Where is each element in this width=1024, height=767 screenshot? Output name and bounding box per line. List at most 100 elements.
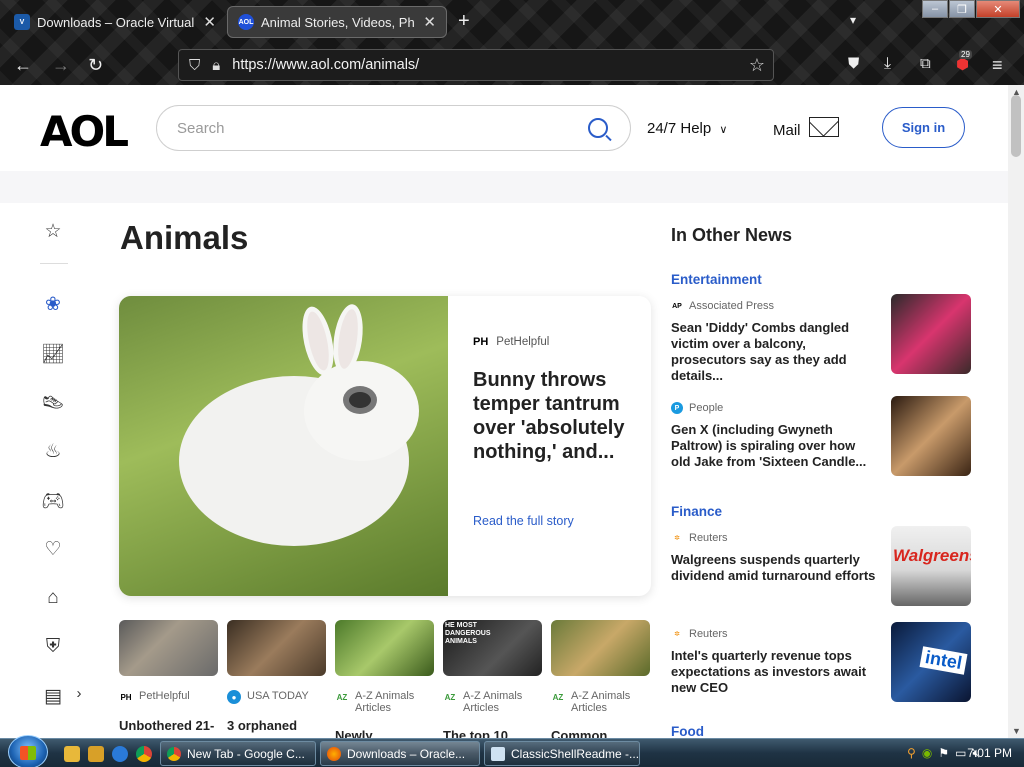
thumb-title[interactable]: Newly [335,728,434,738]
bunny-head-shape [304,361,419,461]
thumb-card[interactable]: AZ A-Z Animals Articles Common [551,620,650,738]
sign-in-button[interactable]: Sign in [882,107,965,148]
mail-link[interactable]: Mail [773,117,839,140]
thumb-title[interactable]: Common [551,728,650,738]
star-icon[interactable]: ☆ [40,220,66,246]
thumb-card[interactable]: ● USA TODAY 3 orphaned [227,620,326,733]
forward-icon[interactable]: → [52,55,70,76]
news-item[interactable]: ✲ Reuters Intel's quarterly revenue tops … [671,622,971,708]
sixteen-candles-image[interactable] [891,396,971,476]
tab-virtualbox[interactable]: V Downloads – Oracle VirtualBox ✕ [4,6,226,38]
news-icon[interactable]: ▤ [40,685,66,711]
news-headline[interactable]: Gen X (including Gwyneth Paltrow) is spi… [671,422,876,470]
folder-icon[interactable] [88,746,104,762]
hero-card[interactable]: PH PetHelpful Bunny throws temper tantru… [119,296,651,596]
address-bar[interactable]: ⛉ 🔒︎ https://www.aol.com/animals/ ☆ [178,49,774,81]
intel-image[interactable]: intel [891,622,971,702]
network-icon[interactable]: ▭ [955,746,966,761]
taskbar-chrome-button[interactable]: New Tab - Google C... [160,741,316,766]
tab-aol-animals[interactable]: AOL Animal Stories, Videos, Photos ✕ [227,6,447,38]
firefox-icon [327,746,341,761]
nvidia-icon[interactable]: ◉ [922,746,932,761]
news-item[interactable]: P People Gen X (including Gwyneth Paltrow… [671,396,971,482]
az-animals-logo-icon: AZ [444,692,456,702]
back-icon[interactable]: ← [14,55,32,76]
scroll-down-icon[interactable]: ▼ [1012,726,1021,736]
clock[interactable]: 7:01 PM [967,746,1012,760]
house-icon[interactable]: ⌂ [40,587,66,613]
category-entertainment[interactable]: Entertainment [671,272,762,287]
flag-icon[interactable]: ⚑ [938,746,949,761]
thumb-title[interactable]: The top 10 [443,728,542,738]
window-controls: – ❐ ✕ [921,0,1020,18]
chrome-icon [167,746,181,761]
search-box[interactable] [156,105,631,151]
thumb-title[interactable]: 3 orphaned [227,718,326,733]
menu-icon[interactable]: ≡ [992,55,1003,76]
shoe-icon[interactable]: 👟︎ [40,391,66,417]
squirrel-monkey-image[interactable] [551,620,650,676]
read-full-story-link[interactable]: Read the full story [473,514,574,528]
news-headline[interactable]: Intel's quarterly revenue tops expectati… [671,648,876,696]
search-input[interactable] [177,119,588,137]
close-tab-icon[interactable]: ✕ [423,13,436,31]
bookmark-star-icon[interactable]: ☆ [749,55,765,76]
cougar-cubs-image[interactable] [227,620,326,676]
minimize-button[interactable]: – [922,0,948,18]
ie-icon[interactable] [112,746,128,762]
shield-icon[interactable]: ⛉ [189,57,200,74]
paw-icon[interactable]: ❀ [40,293,66,319]
close-window-button[interactable]: ✕ [976,0,1020,18]
search-tray-icon[interactable]: ⚲ [907,746,916,761]
scrollbar-thumb[interactable] [1011,95,1021,157]
lock-icon[interactable]: 🔒︎ [212,57,220,74]
gamepad-icon[interactable]: 🎮︎ [40,489,66,515]
thumb-title[interactable]: Unbothered 21- [119,718,218,733]
thumb-source: PH PetHelpful [119,690,218,704]
usa-today-logo-icon: ● [227,690,241,704]
explorer-icon[interactable] [64,746,80,762]
taskbar-notepad-button[interactable]: ClassicShellReadme -... [484,741,640,766]
walgreens-image[interactable]: Walgreens [891,526,971,606]
hero-headline[interactable]: Bunny throws temper tantrum over 'absolu… [473,368,633,464]
chevron-down-icon: ∨ [719,124,728,136]
help-menu[interactable]: 24/7 Help ∨ [647,120,727,137]
thumb-card[interactable]: PH PetHelpful Unbothered 21- [119,620,218,733]
web-page: AOL 24/7 Help ∨ Mail Sign in ☆ ❀ 📈︎ 👟︎ ♨… [0,85,1008,738]
news-item[interactable]: AP Associated Press Sean 'Diddy' Combs da… [671,294,971,383]
category-food[interactable]: Food [671,724,704,738]
search-icon[interactable] [588,118,608,138]
extensions-icon[interactable]: ⧉ [920,55,931,72]
dangerous-animals-image[interactable]: HE MOST DANGEROUS ANIMALS [443,620,542,676]
bowl-icon[interactable]: ♨ [40,440,66,466]
new-tab-icon[interactable]: + [458,10,470,33]
downloads-icon[interactable]: ⤓ [884,55,891,73]
aol-logo[interactable]: AOL [40,107,129,156]
shield-plus-icon[interactable]: ⛨ [40,636,66,662]
bunny-image[interactable] [119,296,448,596]
thumb-card[interactable]: AZ A-Z Animals Articles Newly [335,620,434,738]
close-tab-icon[interactable]: ✕ [203,13,216,31]
aol-favicon-icon: AOL [238,14,254,30]
page-scrollbar[interactable]: ▲ ▼ [1008,85,1024,738]
tab-list-chevron-icon[interactable]: ▾ [850,13,856,27]
taskbar-firefox-button[interactable]: Downloads – Oracle... [320,741,480,766]
chart-icon[interactable]: 📈︎ [40,342,66,368]
url-text[interactable]: https://www.aol.com/animals/ [232,57,749,73]
start-button[interactable] [8,735,48,767]
category-finance[interactable]: Finance [671,504,722,519]
chrome-icon[interactable] [136,746,152,762]
heart-plus-icon[interactable]: ♡ [40,538,66,564]
cat-image[interactable] [119,620,218,676]
pocket-icon[interactable]: ⛊ [848,55,859,72]
monkeys-image[interactable] [335,620,434,676]
maximize-button[interactable]: ❐ [949,0,975,18]
reload-icon[interactable]: ↻ [88,55,103,76]
news-item[interactable]: ✲ Reuters Walgreens suspends quarterly di… [671,526,971,612]
diddy-image[interactable] [891,294,971,374]
news-headline[interactable]: Walgreens suspends quarterly dividend am… [671,552,876,584]
tab-title: Downloads – Oracle VirtualBox [37,14,195,30]
thumb-card[interactable]: HE MOST DANGEROUS ANIMALS AZ A-Z Animals … [443,620,542,738]
news-headline[interactable]: Sean 'Diddy' Combs dangled victim over a… [671,320,876,384]
chevron-right-icon[interactable]: › [66,685,92,711]
